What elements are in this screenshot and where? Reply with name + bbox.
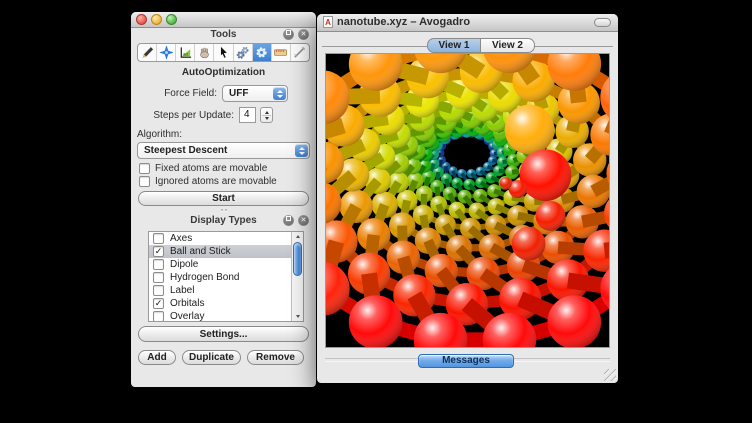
selection-tool-button[interactable] bbox=[214, 44, 233, 61]
duplicate-button[interactable]: Duplicate bbox=[182, 350, 241, 365]
main-titlebar[interactable]: A nanotube.xyz – Avogadro bbox=[317, 14, 618, 32]
list-item[interactable]: Label bbox=[149, 284, 303, 297]
spin-down-icon[interactable] bbox=[265, 117, 269, 120]
measure-tool-button[interactable] bbox=[272, 44, 291, 61]
steps-input[interactable]: 4 bbox=[239, 107, 256, 123]
ignored-atoms-checkbox[interactable] bbox=[139, 176, 150, 187]
main-window: A nanotube.xyz – Avogadro View 1 View 2 … bbox=[317, 14, 618, 383]
item-label: Ball and Stick bbox=[170, 246, 231, 257]
fixed-atoms-label: Fixed atoms are movable bbox=[155, 163, 267, 174]
item-checkbox[interactable] bbox=[153, 272, 164, 283]
dock-close-button[interactable]: ✕ bbox=[298, 215, 309, 226]
blue-star-icon bbox=[159, 45, 174, 60]
arrow-cursor-icon bbox=[216, 45, 231, 60]
item-label: Dipole bbox=[170, 259, 198, 270]
display-types-list: Axes ✓ Ball and Stick Dipole Hydrogen Bond La… bbox=[148, 231, 304, 322]
align-tool-button[interactable] bbox=[291, 44, 309, 61]
minimize-button[interactable] bbox=[151, 14, 162, 25]
ruler-icon bbox=[273, 45, 288, 60]
remove-button[interactable]: Remove bbox=[247, 350, 304, 365]
zoom-button[interactable] bbox=[166, 14, 177, 25]
list-item[interactable]: Overlay bbox=[149, 310, 303, 322]
float-icon bbox=[286, 30, 291, 35]
dock-splitter[interactable] bbox=[131, 209, 316, 211]
popup-stepper-icon bbox=[273, 87, 286, 100]
algorithm-label: Algorithm: bbox=[137, 129, 182, 140]
gears-icon bbox=[235, 45, 250, 60]
axes-chart-icon: ao bbox=[178, 45, 193, 60]
palette-titlebar[interactable] bbox=[131, 12, 316, 28]
tab-view-2[interactable]: View 2 bbox=[481, 38, 535, 53]
ignored-atoms-label: Ignored atoms are movable bbox=[155, 176, 277, 187]
tool-toolbar: ao bbox=[137, 43, 310, 62]
bond-centric-tool-button[interactable]: ao bbox=[176, 44, 195, 61]
item-checkbox[interactable]: ✓ bbox=[153, 298, 164, 309]
item-label: Hydrogen Bond bbox=[170, 272, 240, 283]
popup-stepper-icon bbox=[295, 144, 308, 157]
hand-icon bbox=[197, 45, 212, 60]
gl-viewport[interactable] bbox=[325, 53, 610, 348]
nanotube-render bbox=[326, 54, 609, 347]
resize-grip-icon[interactable] bbox=[604, 369, 616, 381]
list-item[interactable]: Axes bbox=[149, 232, 303, 245]
dock-float-button[interactable] bbox=[283, 29, 294, 40]
item-label: Orbitals bbox=[170, 298, 204, 309]
list-item[interactable]: Dipole bbox=[149, 258, 303, 271]
panel-title: AutoOptimization bbox=[131, 67, 316, 78]
spin-up-icon[interactable] bbox=[265, 111, 269, 114]
dock-float-button[interactable] bbox=[283, 215, 294, 226]
item-checkbox[interactable] bbox=[153, 259, 164, 270]
auto-optimize-tool-button[interactable] bbox=[253, 44, 272, 61]
fixed-atoms-checkbox[interactable] bbox=[139, 163, 150, 174]
ignored-atoms-row: Ignored atoms are movable bbox=[139, 176, 277, 187]
scrollbar-thumb[interactable] bbox=[293, 242, 302, 276]
manipulate-tool-button[interactable] bbox=[195, 44, 214, 61]
start-button[interactable]: Start bbox=[138, 191, 309, 206]
pencil-icon bbox=[140, 45, 155, 60]
list-item[interactable]: Hydrogen Bond bbox=[149, 271, 303, 284]
item-checkbox[interactable] bbox=[153, 233, 164, 244]
steps-stepper[interactable] bbox=[260, 107, 273, 123]
fixed-atoms-row: Fixed atoms are movable bbox=[139, 163, 267, 174]
force-field-label: Force Field: bbox=[131, 88, 217, 99]
algorithm-value: Steepest Descent bbox=[144, 145, 227, 156]
close-button[interactable] bbox=[136, 14, 147, 25]
svg-text:ao: ao bbox=[183, 51, 188, 56]
toolbar-toggle-button[interactable] bbox=[594, 18, 611, 27]
item-checkbox[interactable]: ✓ bbox=[153, 246, 164, 257]
item-label: Label bbox=[170, 285, 194, 296]
list-item[interactable]: ✓ Ball and Stick bbox=[149, 245, 303, 258]
auto-rotate-tool-button[interactable] bbox=[234, 44, 253, 61]
dock-close-button[interactable]: ✕ bbox=[298, 29, 309, 40]
list-scrollbar[interactable] bbox=[291, 232, 303, 321]
window-title: nanotube.xyz – Avogadro bbox=[337, 16, 470, 28]
draw-tool-button[interactable] bbox=[138, 44, 157, 61]
gear-icon bbox=[254, 45, 269, 60]
tab-view-1[interactable]: View 1 bbox=[427, 38, 481, 53]
document-icon: A bbox=[323, 16, 333, 28]
algorithm-select[interactable]: Steepest Descent bbox=[137, 142, 310, 159]
steps-label: Steps per Update: bbox=[131, 110, 234, 121]
item-checkbox[interactable] bbox=[153, 285, 164, 296]
scroll-up-icon[interactable] bbox=[292, 232, 303, 241]
settings-button[interactable]: Settings... bbox=[138, 326, 309, 342]
add-button[interactable]: Add bbox=[138, 350, 176, 365]
item-label: Overlay bbox=[170, 311, 204, 322]
force-field-value: UFF bbox=[229, 88, 248, 99]
wand-icon bbox=[292, 45, 307, 60]
item-label: Axes bbox=[170, 233, 192, 244]
tools-palette-window: Tools ✕ ao AutoOptimization Force Field:… bbox=[131, 12, 316, 387]
item-checkbox[interactable] bbox=[153, 311, 164, 322]
force-field-select[interactable]: UFF bbox=[222, 85, 288, 102]
scroll-down-icon[interactable] bbox=[292, 312, 303, 321]
messages-button[interactable]: Messages bbox=[418, 354, 514, 368]
list-item[interactable]: ✓ Orbitals bbox=[149, 297, 303, 310]
float-icon bbox=[286, 216, 291, 221]
navigate-tool-button[interactable] bbox=[157, 44, 176, 61]
